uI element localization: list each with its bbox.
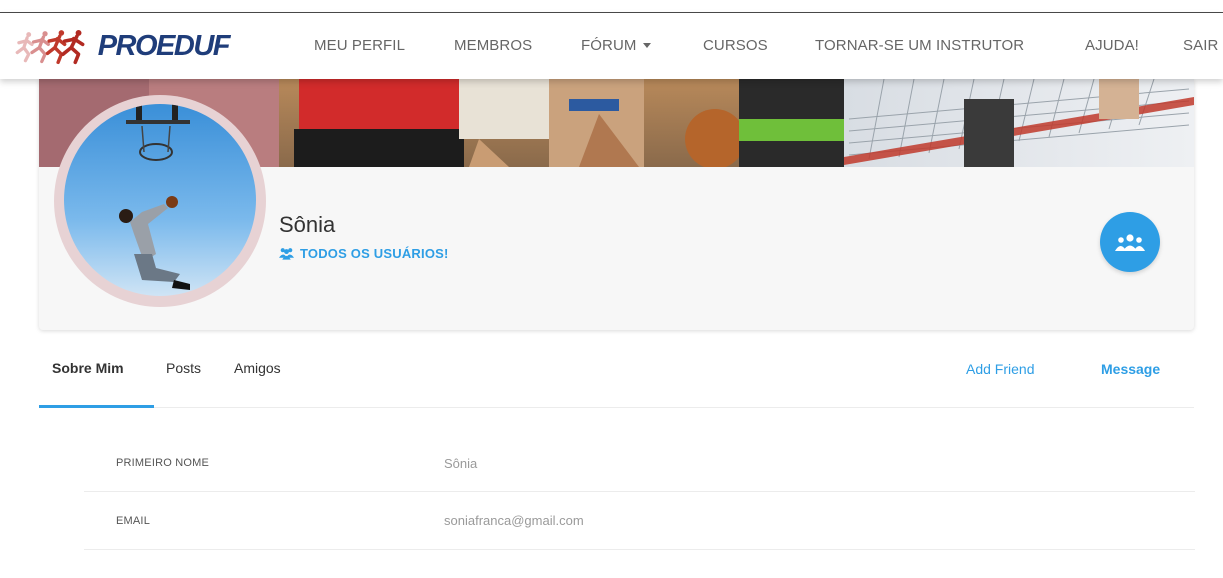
- nav-item-sair[interactable]: SAIR: [1183, 13, 1218, 79]
- top-navbar: PROEDUF MEU PERFIL MEMBROS FÓRUM CURSOS …: [0, 13, 1223, 79]
- tab-amigos[interactable]: Amigos: [234, 360, 281, 376]
- group-button[interactable]: [1100, 212, 1160, 272]
- brand-logo[interactable]: PROEDUF: [14, 21, 231, 71]
- nav-item-cursos[interactable]: CURSOS: [703, 13, 768, 79]
- profile-tabs: Sobre Mim Posts Amigos Add Friend Messag…: [39, 340, 1194, 410]
- nav-item-meu-perfil[interactable]: MEU PERFIL: [314, 13, 405, 79]
- info-label: EMAIL: [116, 515, 151, 527]
- nav-item-membros[interactable]: MEMBROS: [454, 13, 532, 79]
- nav-item-tornar-se-instrutor[interactable]: TORNAR-SE UM INSTRUTOR: [815, 13, 1024, 79]
- tab-sobre-mim[interactable]: Sobre Mim: [52, 360, 124, 376]
- nav-item-ajuda[interactable]: AJUDA!: [1085, 13, 1139, 79]
- profile-group-link[interactable]: TODOS OS USUÁRIOS!: [279, 244, 449, 262]
- info-value: Sônia: [444, 456, 478, 471]
- info-row-email: EMAIL soniafranca@gmail.com: [84, 492, 1195, 550]
- caret-down-icon: [642, 42, 651, 48]
- runners-logo-icon: [15, 29, 85, 65]
- nav-item-forum-label: FÓRUM: [581, 37, 637, 54]
- info-label: PRIMEIRO NOME: [116, 457, 210, 469]
- info-value: soniafranca@gmail.com: [444, 513, 584, 528]
- add-friend-button[interactable]: Add Friend: [966, 361, 1034, 377]
- profile-name: Sônia: [279, 212, 336, 237]
- tab-posts[interactable]: Posts: [166, 360, 201, 376]
- message-button[interactable]: Message: [1101, 361, 1160, 377]
- avatar[interactable]: [64, 104, 256, 296]
- group-icon: [1115, 234, 1145, 251]
- tabs-divider: [39, 407, 1194, 408]
- active-tab-indicator: [39, 405, 154, 408]
- brand-name: PROEDUF: [97, 29, 231, 62]
- info-row-first-name: PRIMEIRO NOME Sônia: [84, 434, 1195, 492]
- users-icon: [279, 248, 294, 260]
- nav-item-forum[interactable]: FÓRUM: [581, 13, 651, 79]
- group-label: TODOS OS USUÁRIOS!: [300, 245, 449, 261]
